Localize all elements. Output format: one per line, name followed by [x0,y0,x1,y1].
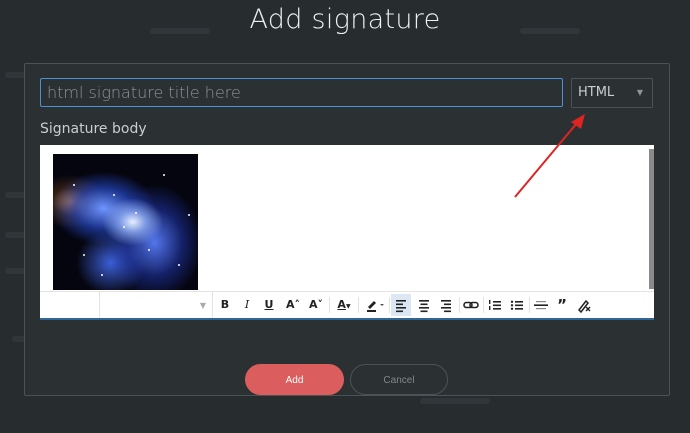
editor-scrollbar[interactable] [649,149,654,289]
align-left-icon [396,300,406,313]
superscript-button[interactable]: A˄ [283,294,303,316]
chevron-down-icon: ▼ [199,301,206,310]
horizontal-rule-button[interactable] [531,294,551,316]
chevron-down-icon: ▼ [636,88,643,97]
nebula-image[interactable] [53,154,198,290]
align-right-icon [441,300,451,313]
clear-formatting-button[interactable] [573,294,593,316]
bold-button[interactable]: B [216,294,234,316]
bullet-list-button[interactable] [507,294,527,316]
toolbar-divider [529,297,530,313]
toolbar-divider [389,297,390,313]
format-select[interactable]: HTML ▼ [571,78,653,108]
toolbar-divider [483,297,484,313]
toolbar-divider [459,297,460,313]
font-color-button[interactable]: A▼ [332,294,356,316]
ordered-list-icon [489,300,501,310]
signature-body-label: Signature body [40,121,147,137]
align-right-button[interactable] [436,294,456,316]
format-select-value: HTML [578,85,615,100]
signature-title-input[interactable] [40,78,563,107]
clear-formatting-icon [578,299,591,314]
align-left-button[interactable] [391,294,411,316]
blockquote-button[interactable]: ” [553,294,571,316]
align-center-icon [419,300,429,313]
cancel-button[interactable]: Cancel [350,364,448,395]
link-icon [463,301,479,309]
font-family-select[interactable] [40,292,100,318]
background-text [420,398,490,404]
signature-editor[interactable]: ▼ B I U A˄ A˅ A▼ ” [40,145,654,320]
italic-button[interactable]: I [238,294,256,316]
add-button[interactable]: Add [245,364,344,395]
bullet-list-icon [510,300,523,310]
highlight-button[interactable] [362,294,388,316]
link-button[interactable] [461,294,481,316]
editor-toolbar: ▼ B I U A˄ A˅ A▼ ” [40,291,654,318]
toolbar-divider [358,297,359,313]
highlighter-icon [367,301,384,312]
align-center-button[interactable] [414,294,434,316]
chevron-down-icon: ▼ [345,303,351,310]
underline-button[interactable]: U [260,294,278,316]
ordered-list-button[interactable] [485,294,505,316]
horizontal-rule-icon [534,301,548,310]
toolbar-divider [329,297,330,313]
font-color-label: A [337,298,346,311]
subscript-button[interactable]: A˅ [306,294,326,316]
dialog-title: Add signature [249,4,441,35]
font-size-select[interactable]: ▼ [100,292,213,318]
